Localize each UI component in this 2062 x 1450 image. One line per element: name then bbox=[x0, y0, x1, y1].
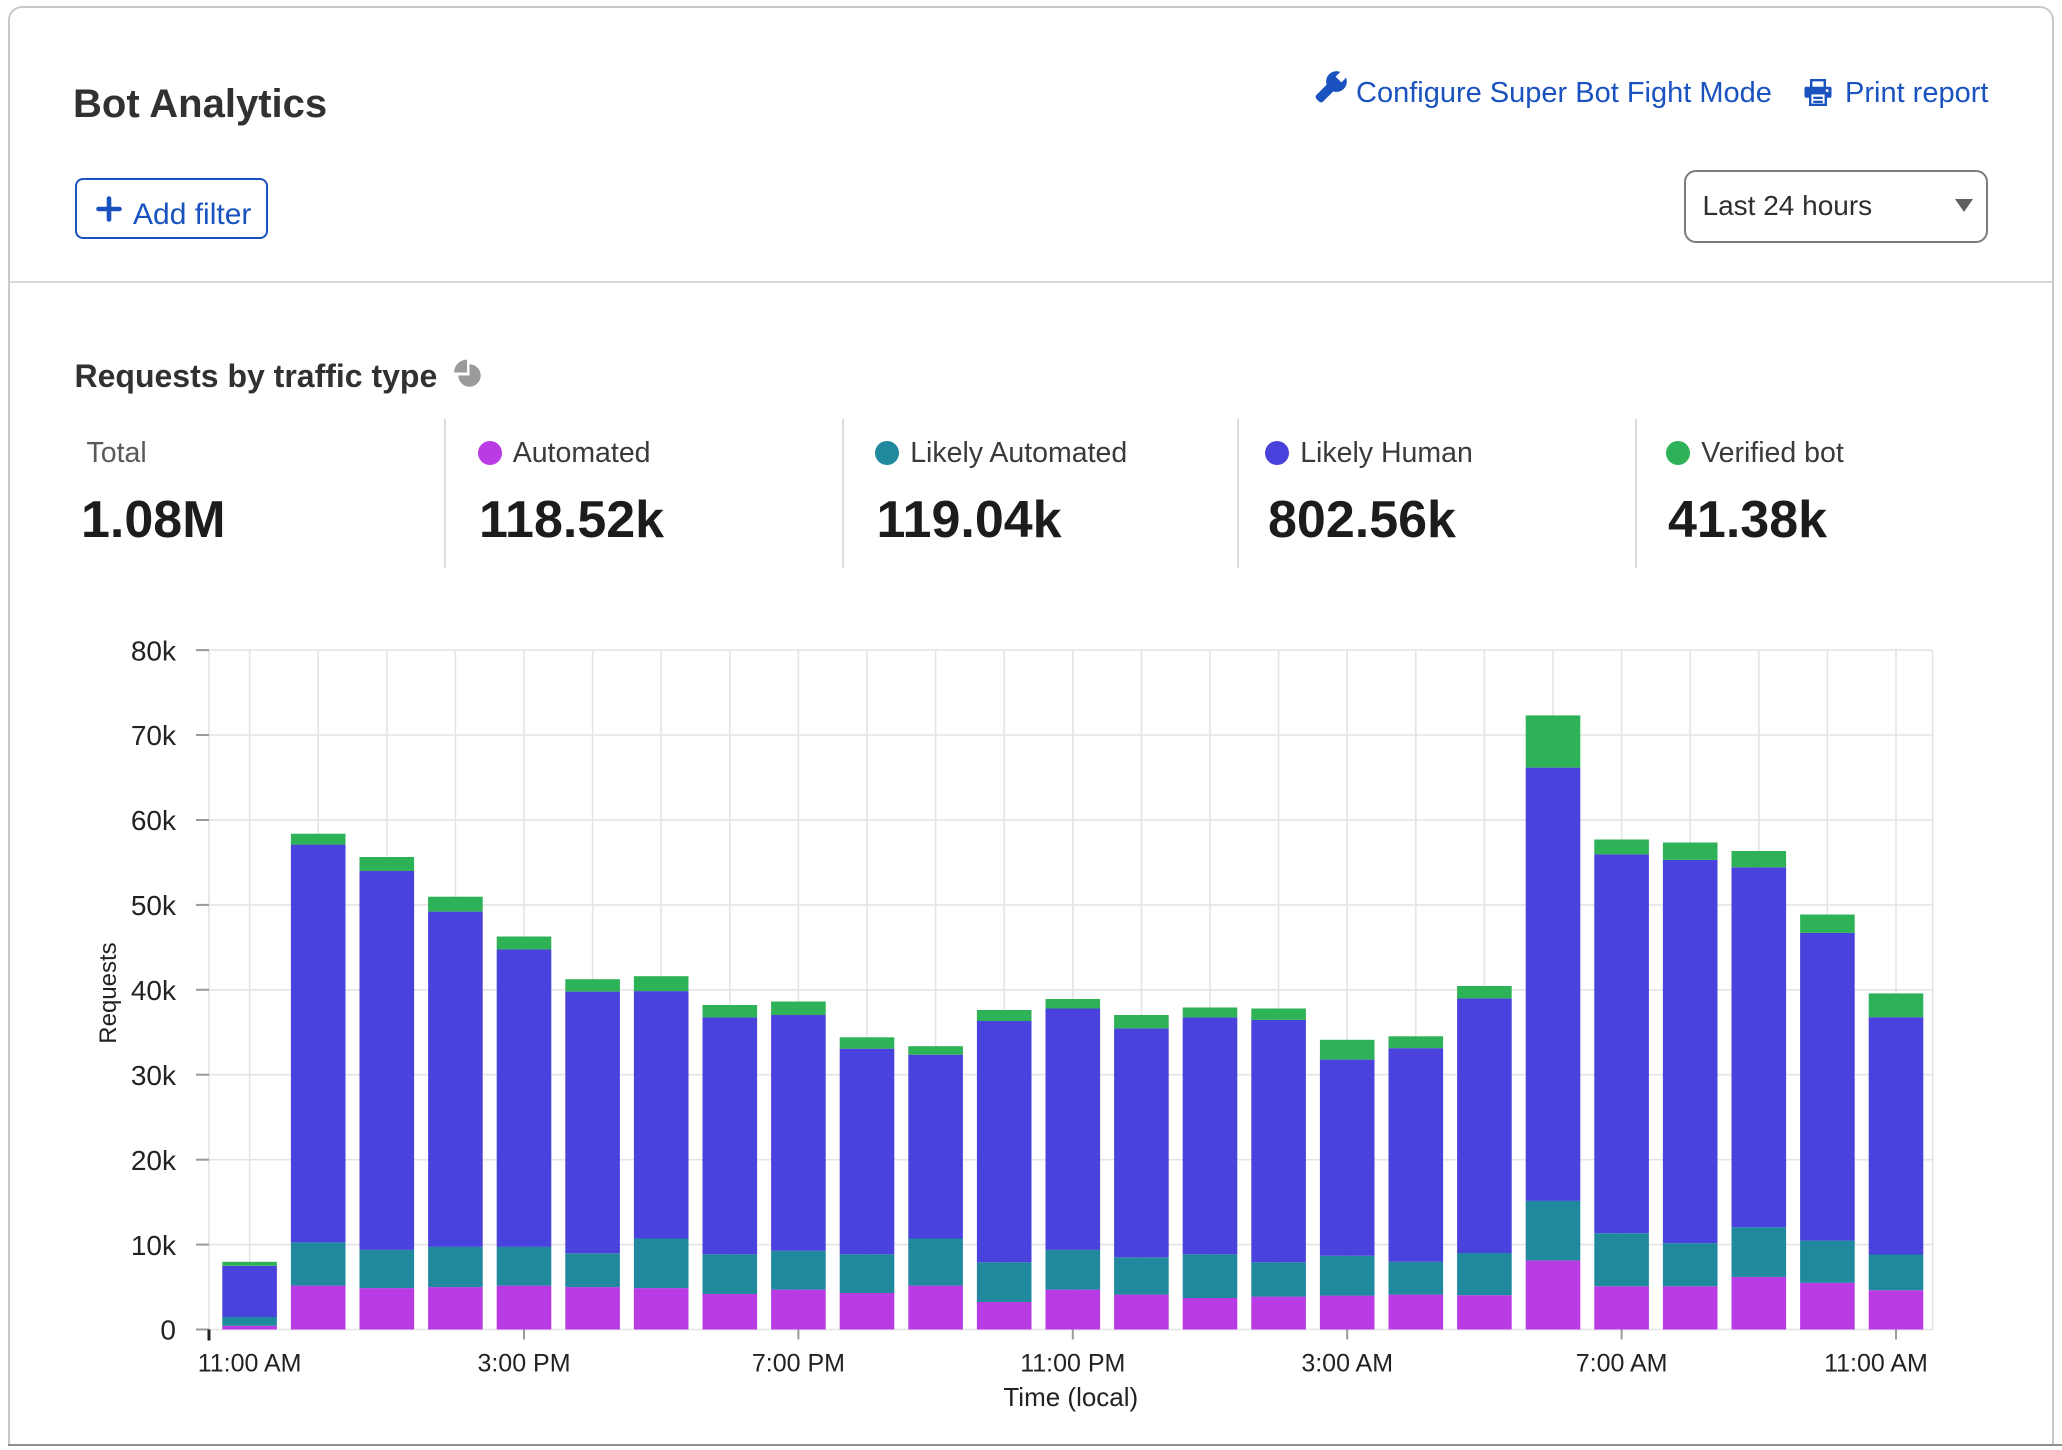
svg-text:Time (local): Time (local) bbox=[1003, 1382, 1138, 1412]
svg-text:11:00 PM: 11:00 PM bbox=[1020, 1350, 1125, 1378]
svg-text:20k: 20k bbox=[131, 1145, 177, 1176]
svg-text:7:00 PM: 7:00 PM bbox=[752, 1350, 845, 1378]
svg-text:50k: 50k bbox=[131, 890, 177, 921]
svg-text:3:00 PM: 3:00 PM bbox=[477, 1350, 570, 1378]
svg-text:10k: 10k bbox=[131, 1230, 177, 1261]
svg-text:70k: 70k bbox=[131, 720, 177, 751]
svg-text:3:00 AM: 3:00 AM bbox=[1301, 1350, 1393, 1378]
svg-text:7:00 AM: 7:00 AM bbox=[1576, 1350, 1668, 1378]
svg-text:Requests: Requests bbox=[95, 942, 122, 1043]
svg-text:11:00 AM: 11:00 AM bbox=[198, 1350, 302, 1378]
svg-text:40k: 40k bbox=[131, 975, 177, 1006]
svg-text:30k: 30k bbox=[131, 1060, 177, 1091]
svg-text:60k: 60k bbox=[131, 805, 177, 836]
svg-text:11:00 AM: 11:00 AM bbox=[1824, 1350, 1928, 1378]
svg-text:0: 0 bbox=[160, 1315, 176, 1346]
svg-text:80k: 80k bbox=[131, 635, 177, 666]
